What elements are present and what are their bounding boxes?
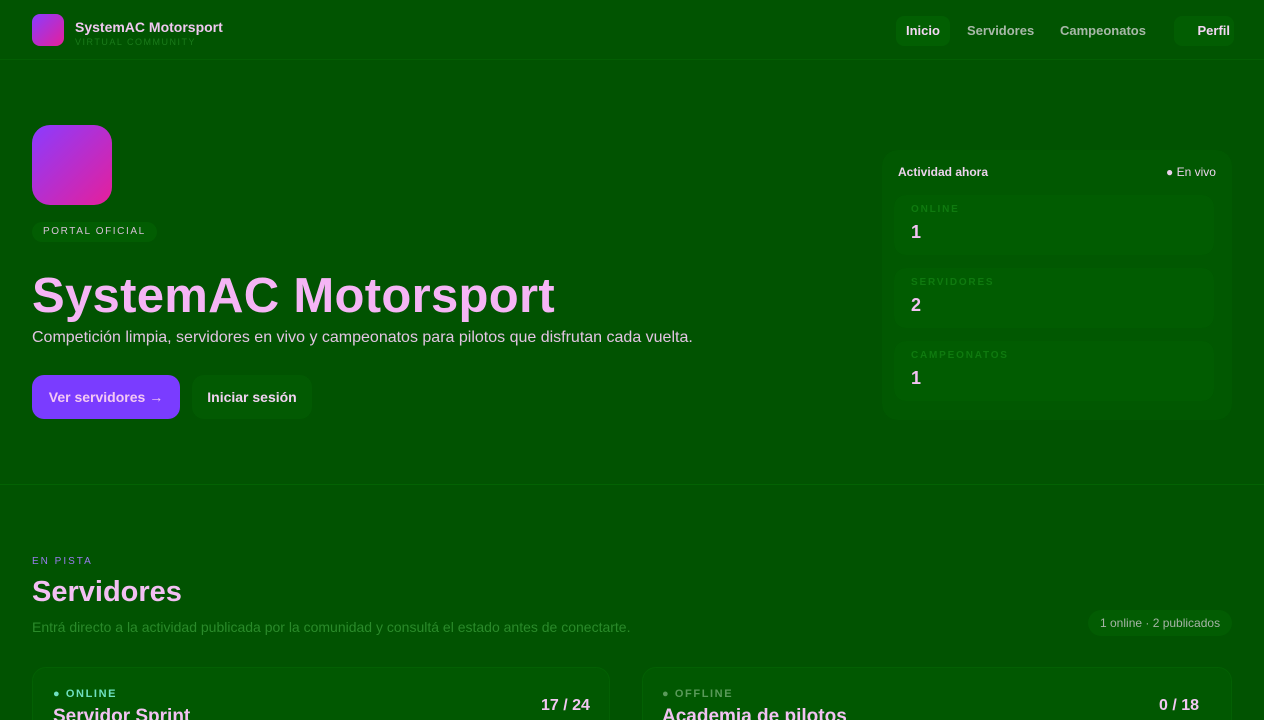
server-status-offline: ● OFFLINE [662,688,734,700]
brand-subtitle: VIRTUAL COMMUNITY [75,37,197,47]
stat-label: SERVIDORES [911,277,995,288]
servers-count-badge: 1 online · 2 publicados [1088,610,1233,636]
nav-item-inicio[interactable]: Inicio [896,16,950,46]
stat-value: 1 [911,368,922,388]
section-divider [0,484,1264,485]
stat-value: 2 [911,295,922,315]
profile-button[interactable]: Perfil [1174,16,1234,46]
server-name: Academia de pilotos [662,706,847,720]
stat-label: CAMPEONATOS [911,350,1009,361]
server-name: Servidor Sprint [53,706,191,720]
login-button[interactable]: Iniciar sesión [192,375,312,419]
section-kicker: EN PISTA [32,556,93,567]
server-players: 0 / 18 [1159,697,1200,714]
brand-name[interactable]: SystemAC Motorsport [75,19,223,35]
stat-value: 1 [911,222,922,242]
top-header: SystemAC Motorsport VIRTUAL COMMUNITY In… [0,0,1264,60]
section-title: Servidores [32,576,182,608]
portal-badge: PORTAL OFICIAL [32,222,157,242]
server-players: 17 / 24 [541,697,590,714]
hero-description: Competición limpia, servidores en vivo y… [32,329,693,346]
brand-logo-icon[interactable] [32,14,64,46]
activity-title: Actividad ahora [898,165,989,179]
hero-logo-icon [32,125,112,205]
live-indicator: ● En vivo [1166,165,1216,179]
stat-label: ONLINE [911,204,960,215]
nav-item-servidores[interactable]: Servidores [957,16,1044,46]
nav-item-campeonatos[interactable]: Campeonatos [1050,16,1156,46]
view-servers-button[interactable]: Ver servidores → [32,375,180,419]
section-description: Entrá directo a la actividad publicada p… [32,619,631,635]
hero-title: SystemAC Motorsport [32,269,555,323]
server-status-online: ● ONLINE [53,688,118,700]
